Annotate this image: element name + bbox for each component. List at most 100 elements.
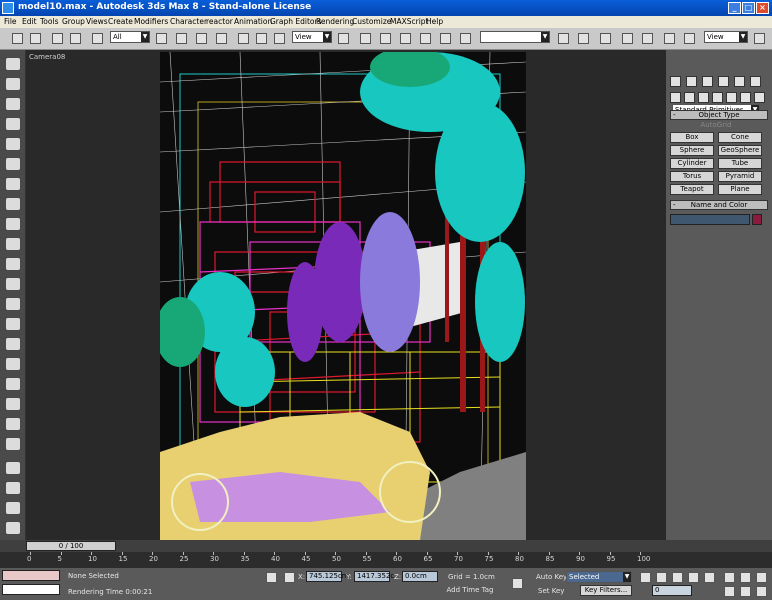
tool-icon-3[interactable] — [6, 98, 20, 110]
unlink-icon[interactable] — [70, 33, 81, 44]
viewport-label[interactable]: Camera08 — [29, 53, 65, 61]
camera-viewport[interactable]: Camera08 — [26, 50, 666, 550]
cameras-icon[interactable] — [712, 92, 723, 103]
menu-animation[interactable]: Animation — [234, 17, 272, 26]
select-object-icon[interactable] — [156, 33, 167, 44]
key-filters-button[interactable]: Key Filters... — [580, 585, 632, 596]
select-link-icon[interactable] — [52, 33, 63, 44]
modify-tab-icon[interactable] — [686, 76, 697, 87]
torus-button[interactable]: Torus — [670, 171, 714, 182]
menu-graph-editors[interactable]: Graph Editors — [270, 17, 322, 26]
current-frame-field[interactable]: 0 — [652, 585, 692, 596]
named-selection-dropdown[interactable]: ▼ — [480, 31, 550, 43]
menu-reactor[interactable]: reactor — [206, 17, 233, 26]
schematic-view-icon[interactable] — [622, 33, 633, 44]
helpers-icon[interactable] — [726, 92, 737, 103]
select-by-name-icon[interactable] — [176, 33, 187, 44]
object-type-rollout[interactable]: - Object Type — [670, 110, 768, 120]
teapot-button[interactable]: Teapot — [670, 184, 714, 195]
go-to-start-icon[interactable] — [640, 572, 651, 583]
tool-icon-2[interactable] — [6, 78, 20, 90]
move-icon[interactable] — [238, 33, 249, 44]
x-coordinate-field[interactable]: 745.125cm — [306, 571, 349, 582]
tool-icon-5[interactable] — [6, 138, 20, 150]
create-tab-icon[interactable] — [670, 76, 681, 87]
menu-file[interactable]: File — [4, 17, 17, 26]
tool-icon-24[interactable] — [6, 522, 20, 534]
go-to-end-icon[interactable] — [704, 572, 715, 583]
edit-named-sel-icon[interactable] — [440, 33, 451, 44]
tube-button[interactable]: Tube — [718, 158, 762, 169]
tool-icon-4[interactable] — [6, 118, 20, 130]
redo-icon[interactable] — [30, 33, 41, 44]
pyramid-button[interactable]: Pyramid — [718, 171, 762, 182]
lights-icon[interactable] — [698, 92, 709, 103]
tool-icon-16[interactable] — [6, 358, 20, 370]
maxscript-listener-top[interactable] — [2, 570, 60, 581]
box-button[interactable]: Box — [670, 132, 714, 143]
maxscript-listener-bottom[interactable] — [2, 584, 60, 595]
object-name-field[interactable] — [670, 214, 750, 225]
utilities-tab-icon[interactable] — [750, 76, 761, 87]
cylinder-button[interactable]: Cylinder — [670, 158, 714, 169]
tool-icon-18[interactable] — [6, 398, 20, 410]
tool-icon-9[interactable] — [6, 218, 20, 230]
percent-snap-icon[interactable] — [400, 33, 411, 44]
zoom-extents-icon[interactable] — [756, 572, 767, 583]
mirror-icon[interactable] — [460, 33, 471, 44]
autogrid-checkbox[interactable]: AutoGrid — [672, 121, 760, 132]
tool-icon-7[interactable] — [6, 178, 20, 190]
close-button[interactable]: × — [756, 2, 769, 14]
bind-space-warp-icon[interactable] — [92, 33, 103, 44]
render-scene-icon[interactable] — [664, 33, 675, 44]
region-select-icon[interactable] — [196, 33, 207, 44]
layer-manager-icon[interactable] — [578, 33, 589, 44]
pan-icon[interactable] — [724, 586, 735, 597]
track-bar[interactable]: 0 5 10 15 20 25 30 35 40 45 50 55 60 65 70 75 80 85 90 95 10… — [0, 552, 772, 568]
geosphere-button[interactable]: GeoSphere — [718, 145, 762, 156]
next-frame-icon[interactable] — [688, 572, 699, 583]
menu-tools[interactable]: Tools — [40, 17, 58, 26]
render-last-icon[interactable] — [754, 33, 765, 44]
tool-icon-6[interactable] — [6, 158, 20, 170]
ref-coord-dropdown[interactable]: View ▼ — [292, 31, 332, 43]
snaps-toggle-icon[interactable] — [360, 33, 371, 44]
shapes-icon[interactable] — [684, 92, 695, 103]
cone-button[interactable]: Cone — [718, 132, 762, 143]
z-coordinate-field[interactable]: 0.0cm — [402, 571, 438, 582]
systems-icon[interactable] — [754, 92, 765, 103]
arc-rotate-icon[interactable] — [740, 586, 751, 597]
align-icon[interactable] — [558, 33, 569, 44]
scale-icon[interactable] — [274, 33, 285, 44]
menu-character[interactable]: Character — [170, 17, 207, 26]
menu-help[interactable]: Help — [426, 17, 443, 26]
menu-modifiers[interactable]: Modifiers — [134, 17, 168, 26]
absolute-mode-icon[interactable] — [284, 572, 295, 583]
tool-icon-15[interactable] — [6, 338, 20, 350]
render-type-dropdown[interactable]: View ▼ — [704, 31, 748, 43]
pivot-center-icon[interactable] — [338, 33, 349, 44]
tool-icon-14[interactable] — [6, 318, 20, 330]
tool-icon-1[interactable] — [6, 58, 20, 70]
tool-icon-20[interactable] — [6, 438, 20, 450]
menu-views[interactable]: Views — [86, 17, 108, 26]
play-icon[interactable] — [672, 572, 683, 583]
auto-key-button[interactable]: Auto Key — [536, 573, 567, 581]
rotate-icon[interactable] — [256, 33, 267, 44]
menu-edit[interactable]: Edit — [22, 17, 37, 26]
zoom-all-icon[interactable] — [740, 572, 751, 583]
tool-icon-17[interactable] — [6, 378, 20, 390]
minimize-button[interactable]: _ — [728, 2, 741, 14]
object-color-swatch[interactable] — [752, 214, 762, 225]
menu-create[interactable]: Create — [108, 17, 133, 26]
space-warps-icon[interactable] — [740, 92, 751, 103]
maximize-button[interactable]: □ — [742, 2, 755, 14]
tool-icon-19[interactable] — [6, 418, 20, 430]
key-mode-dropdown[interactable]: Selected ▼ — [566, 571, 632, 583]
tool-icon-22[interactable] — [6, 482, 20, 494]
menu-group[interactable]: Group — [62, 17, 85, 26]
name-color-rollout[interactable]: - Name and Color — [670, 200, 768, 210]
zoom-icon[interactable] — [724, 572, 735, 583]
tool-icon-13[interactable] — [6, 298, 20, 310]
geometry-icon[interactable] — [670, 92, 681, 103]
